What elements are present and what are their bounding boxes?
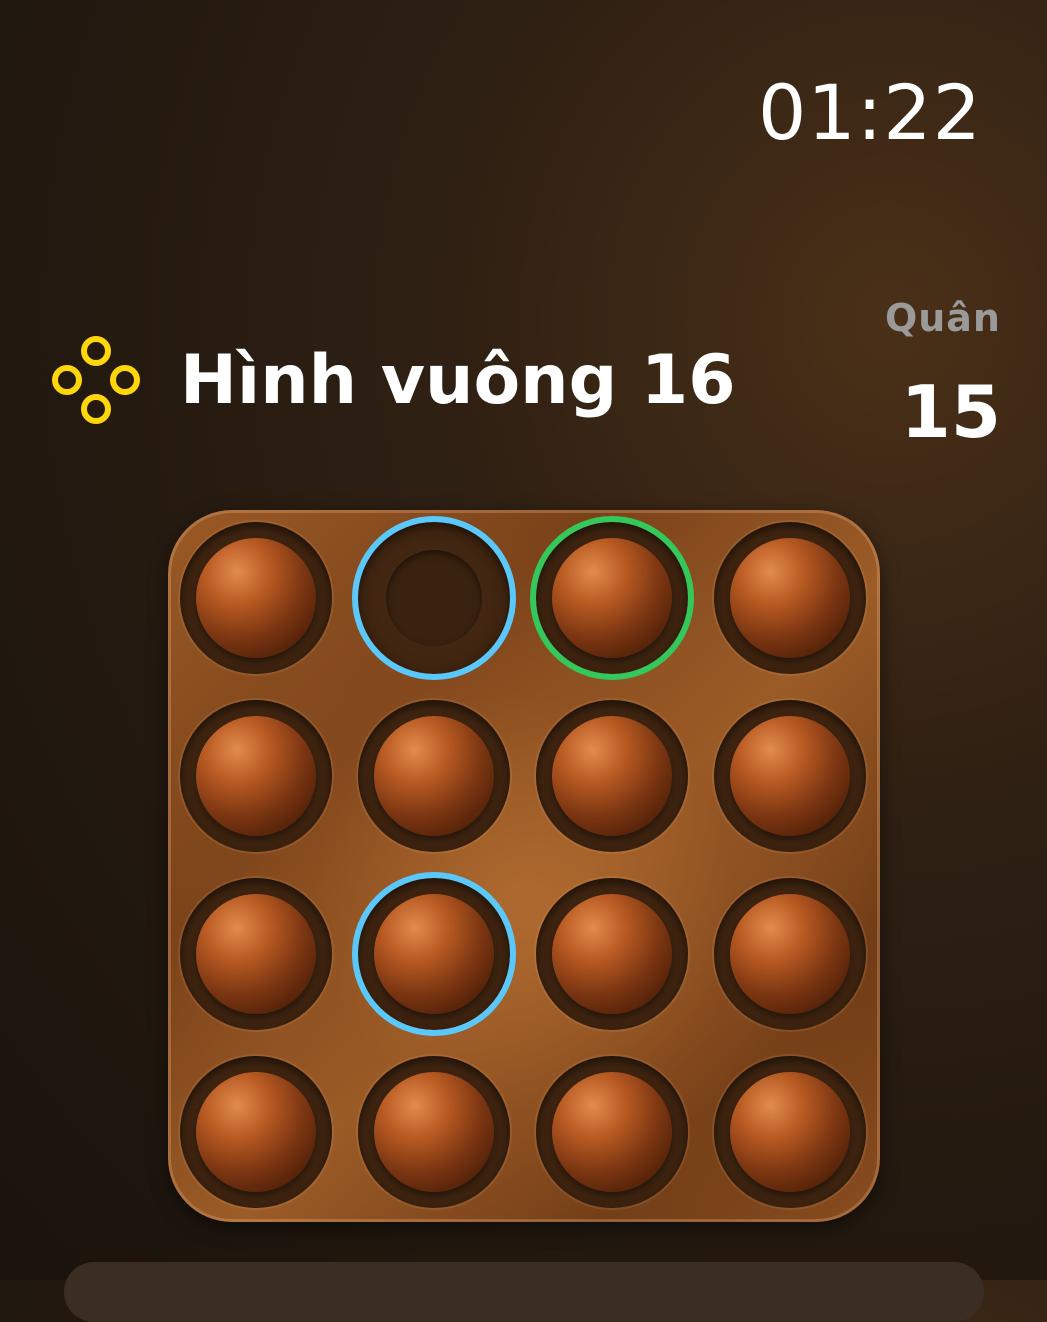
marble-piece[interactable] — [196, 538, 316, 658]
marble-piece[interactable] — [196, 1072, 316, 1192]
board-hole[interactable] — [180, 1056, 332, 1208]
marble-piece[interactable] — [730, 716, 850, 836]
marble-piece[interactable] — [730, 538, 850, 658]
board-hole[interactable] — [180, 878, 332, 1030]
board-hole[interactable] — [714, 700, 866, 852]
marble-piece[interactable] — [552, 716, 672, 836]
board-hole[interactable] — [358, 700, 510, 852]
marble-piece[interactable] — [552, 1072, 672, 1192]
board-hole[interactable] — [530, 516, 694, 680]
board-hole[interactable] — [536, 1056, 688, 1208]
status-time: 01:22 — [757, 68, 983, 157]
marble-piece[interactable] — [374, 716, 494, 836]
marble-piece[interactable] — [374, 1072, 494, 1192]
four-circles-icon — [52, 336, 140, 424]
board-hole[interactable] — [536, 700, 688, 852]
blue-highlight-ring — [352, 872, 516, 1036]
green-highlight-ring — [530, 516, 694, 680]
marble-piece[interactable] — [730, 894, 850, 1014]
marble-piece[interactable] — [552, 894, 672, 1014]
game-board — [168, 510, 880, 1222]
board-hole[interactable] — [352, 516, 516, 680]
board-hole[interactable] — [180, 700, 332, 852]
board-hole[interactable] — [352, 872, 516, 1036]
level-title: Hình vuông 16 — [180, 340, 736, 420]
board-hole[interactable] — [714, 878, 866, 1030]
blue-highlight-ring — [352, 516, 516, 680]
board-hole[interactable] — [358, 1056, 510, 1208]
marble-piece[interactable] — [196, 894, 316, 1014]
level-header: Hình vuông 16 — [48, 330, 736, 430]
pieces-label: Quân — [884, 296, 1001, 340]
board-hole[interactable] — [536, 878, 688, 1030]
marble-piece[interactable] — [730, 1072, 850, 1192]
marble-piece[interactable] — [196, 716, 316, 836]
bottom-control-bar[interactable] — [64, 1262, 984, 1322]
board-hole[interactable] — [714, 1056, 866, 1208]
board-hole[interactable] — [180, 522, 332, 674]
board-hole[interactable] — [714, 522, 866, 674]
pieces-count: 15 — [900, 370, 1001, 454]
